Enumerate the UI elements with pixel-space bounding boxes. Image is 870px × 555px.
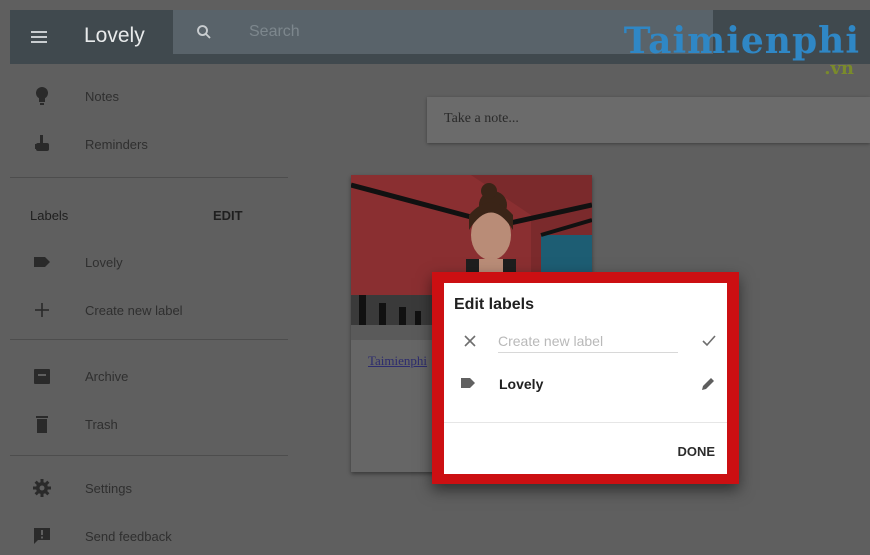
take-a-note-placeholder: Take a note... <box>444 111 519 126</box>
label-tag-icon <box>461 378 475 388</box>
sidebar-item-archive[interactable]: Archive <box>10 354 288 398</box>
navigation-drawer: Notes Reminders Labels EDIT Lovely Creat… <box>10 64 288 555</box>
lightbulb-icon <box>36 87 48 105</box>
label-tag-icon <box>34 257 50 267</box>
done-button[interactable]: DONE <box>677 444 715 459</box>
reminder-hand-icon <box>35 135 49 151</box>
close-icon[interactable] <box>463 334 477 348</box>
search-input[interactable] <box>249 21 669 43</box>
edit-labels-dialog: Edit labels Lovely DONE <box>444 283 727 474</box>
plus-icon <box>35 303 49 317</box>
gear-icon <box>33 479 51 497</box>
dialog-title: Edit labels <box>454 296 535 313</box>
check-icon[interactable] <box>701 333 717 349</box>
trash-icon <box>36 416 48 433</box>
sidebar-item-lovely[interactable]: Lovely <box>10 240 288 284</box>
search-icon[interactable] <box>195 23 213 41</box>
sidebar-divider <box>10 339 288 340</box>
sidebar-item-label: Archive <box>85 368 129 384</box>
sidebar-item-label: Reminders <box>85 136 148 152</box>
edit-labels-link[interactable]: EDIT <box>213 208 243 223</box>
sidebar-item-label: Create new label <box>85 302 183 318</box>
sidebar-item-label: Trash <box>85 416 118 432</box>
sidebar-item-notes[interactable]: Notes <box>10 74 288 118</box>
sidebar-item-label: Settings <box>85 480 132 496</box>
feedback-icon <box>34 528 50 544</box>
label-name: Lovely <box>499 376 544 392</box>
archive-icon <box>34 369 50 384</box>
sidebar-item-reminders[interactable]: Reminders <box>10 122 288 166</box>
dialog-divider <box>444 422 727 423</box>
sidebar-divider <box>10 177 288 178</box>
sidebar-item-trash[interactable]: Trash <box>10 402 288 446</box>
watermark-domain: .vn <box>824 58 854 79</box>
sidebar-item-label: Send feedback <box>85 528 172 544</box>
watermark-text: Taimienphi <box>623 20 860 62</box>
watermark-logo: Taimienphi .vn <box>624 22 860 78</box>
sidebar-item-label: Lovely <box>85 254 123 270</box>
page-title: Lovely <box>84 24 145 47</box>
pencil-icon[interactable] <box>700 376 716 392</box>
labels-section-heading: Labels <box>30 208 69 223</box>
note-link[interactable]: Taimienphi <box>368 353 427 369</box>
new-label-input[interactable] <box>498 329 678 353</box>
hamburger-icon <box>31 31 47 43</box>
sidebar-item-send-feedback[interactable]: Send feedback <box>10 514 288 555</box>
main-menu-button[interactable] <box>10 10 68 64</box>
sidebar-item-settings[interactable]: Settings <box>10 466 288 510</box>
sidebar-item-label: Notes <box>85 88 119 104</box>
sidebar-item-create-label[interactable]: Create new label <box>10 288 288 332</box>
take-a-note-input[interactable]: Take a note... <box>427 97 870 143</box>
sidebar-divider <box>10 455 288 456</box>
